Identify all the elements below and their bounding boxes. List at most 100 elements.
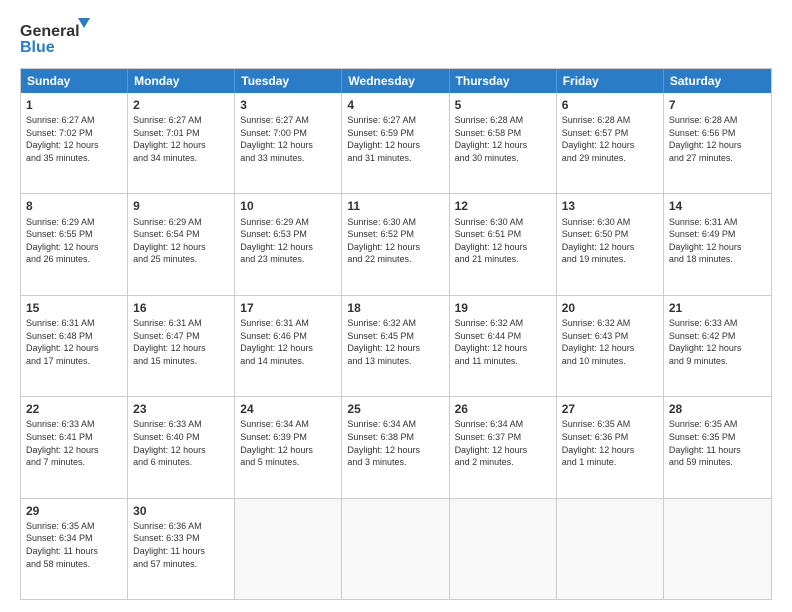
day-cell-1: 1Sunrise: 6:27 AM Sunset: 7:02 PM Daylig… xyxy=(21,93,128,193)
day-number: 28 xyxy=(669,401,766,417)
day-info: Sunrise: 6:35 AM Sunset: 6:35 PM Dayligh… xyxy=(669,418,766,468)
calendar-row-4: 22Sunrise: 6:33 AM Sunset: 6:41 PM Dayli… xyxy=(21,396,771,497)
day-cell-27: 27Sunrise: 6:35 AM Sunset: 6:36 PM Dayli… xyxy=(557,397,664,497)
header: GeneralBlue xyxy=(20,18,772,58)
calendar-row-5: 29Sunrise: 6:35 AM Sunset: 6:34 PM Dayli… xyxy=(21,498,771,599)
day-info: Sunrise: 6:27 AM Sunset: 7:02 PM Dayligh… xyxy=(26,114,122,164)
day-cell-25: 25Sunrise: 6:34 AM Sunset: 6:38 PM Dayli… xyxy=(342,397,449,497)
day-number: 13 xyxy=(562,198,658,214)
calendar-header: SundayMondayTuesdayWednesdayThursdayFrid… xyxy=(21,69,771,93)
day-cell-24: 24Sunrise: 6:34 AM Sunset: 6:39 PM Dayli… xyxy=(235,397,342,497)
day-number: 20 xyxy=(562,300,658,316)
day-number: 18 xyxy=(347,300,443,316)
day-info: Sunrise: 6:28 AM Sunset: 6:57 PM Dayligh… xyxy=(562,114,658,164)
day-number: 6 xyxy=(562,97,658,113)
day-info: Sunrise: 6:33 AM Sunset: 6:40 PM Dayligh… xyxy=(133,418,229,468)
weekday-header-sunday: Sunday xyxy=(21,69,128,93)
day-number: 7 xyxy=(669,97,766,113)
empty-cell xyxy=(342,499,449,599)
day-number: 17 xyxy=(240,300,336,316)
calendar-page: GeneralBlue SundayMondayTuesdayWednesday… xyxy=(0,0,792,612)
day-info: Sunrise: 6:31 AM Sunset: 6:49 PM Dayligh… xyxy=(669,216,766,266)
day-info: Sunrise: 6:36 AM Sunset: 6:33 PM Dayligh… xyxy=(133,520,229,570)
day-info: Sunrise: 6:29 AM Sunset: 6:54 PM Dayligh… xyxy=(133,216,229,266)
day-cell-17: 17Sunrise: 6:31 AM Sunset: 6:46 PM Dayli… xyxy=(235,296,342,396)
weekday-header-monday: Monday xyxy=(128,69,235,93)
day-info: Sunrise: 6:33 AM Sunset: 6:42 PM Dayligh… xyxy=(669,317,766,367)
day-info: Sunrise: 6:34 AM Sunset: 6:37 PM Dayligh… xyxy=(455,418,551,468)
day-cell-6: 6Sunrise: 6:28 AM Sunset: 6:57 PM Daylig… xyxy=(557,93,664,193)
day-info: Sunrise: 6:29 AM Sunset: 6:53 PM Dayligh… xyxy=(240,216,336,266)
calendar: SundayMondayTuesdayWednesdayThursdayFrid… xyxy=(20,68,772,600)
weekday-header-tuesday: Tuesday xyxy=(235,69,342,93)
day-number: 27 xyxy=(562,401,658,417)
day-info: Sunrise: 6:34 AM Sunset: 6:39 PM Dayligh… xyxy=(240,418,336,468)
day-cell-22: 22Sunrise: 6:33 AM Sunset: 6:41 PM Dayli… xyxy=(21,397,128,497)
day-cell-7: 7Sunrise: 6:28 AM Sunset: 6:56 PM Daylig… xyxy=(664,93,771,193)
day-info: Sunrise: 6:33 AM Sunset: 6:41 PM Dayligh… xyxy=(26,418,122,468)
day-cell-8: 8Sunrise: 6:29 AM Sunset: 6:55 PM Daylig… xyxy=(21,194,128,294)
day-cell-15: 15Sunrise: 6:31 AM Sunset: 6:48 PM Dayli… xyxy=(21,296,128,396)
day-info: Sunrise: 6:27 AM Sunset: 7:00 PM Dayligh… xyxy=(240,114,336,164)
day-number: 12 xyxy=(455,198,551,214)
day-info: Sunrise: 6:27 AM Sunset: 6:59 PM Dayligh… xyxy=(347,114,443,164)
day-number: 16 xyxy=(133,300,229,316)
day-number: 1 xyxy=(26,97,122,113)
day-cell-16: 16Sunrise: 6:31 AM Sunset: 6:47 PM Dayli… xyxy=(128,296,235,396)
day-cell-2: 2Sunrise: 6:27 AM Sunset: 7:01 PM Daylig… xyxy=(128,93,235,193)
day-info: Sunrise: 6:30 AM Sunset: 6:50 PM Dayligh… xyxy=(562,216,658,266)
weekday-header-wednesday: Wednesday xyxy=(342,69,449,93)
day-info: Sunrise: 6:30 AM Sunset: 6:51 PM Dayligh… xyxy=(455,216,551,266)
day-number: 22 xyxy=(26,401,122,417)
weekday-header-friday: Friday xyxy=(557,69,664,93)
svg-text:Blue: Blue xyxy=(20,39,55,56)
day-cell-18: 18Sunrise: 6:32 AM Sunset: 6:45 PM Dayli… xyxy=(342,296,449,396)
logo: GeneralBlue xyxy=(20,18,90,58)
day-info: Sunrise: 6:28 AM Sunset: 6:58 PM Dayligh… xyxy=(455,114,551,164)
day-info: Sunrise: 6:31 AM Sunset: 6:47 PM Dayligh… xyxy=(133,317,229,367)
day-cell-29: 29Sunrise: 6:35 AM Sunset: 6:34 PM Dayli… xyxy=(21,499,128,599)
day-number: 29 xyxy=(26,503,122,519)
day-cell-11: 11 Sunrise: 6:30 AM Sunset: 6:52 PM Dayli… xyxy=(342,194,449,294)
day-info: Sunrise: 6:28 AM Sunset: 6:56 PM Dayligh… xyxy=(669,114,766,164)
day-cell-10: 10 Sunrise: 6:29 AM Sunset: 6:53 PM Dayli… xyxy=(235,194,342,294)
day-info: Sunrise: 6:30 AM Sunset: 6:52 PM Dayligh… xyxy=(347,216,443,266)
day-cell-14: 14 Sunrise: 6:31 AM Sunset: 6:49 PM Dayli… xyxy=(664,194,771,294)
day-cell-28: 28Sunrise: 6:35 AM Sunset: 6:35 PM Dayli… xyxy=(664,397,771,497)
day-number: 19 xyxy=(455,300,551,316)
empty-cell xyxy=(557,499,664,599)
day-number: 21 xyxy=(669,300,766,316)
day-info: Sunrise: 6:35 AM Sunset: 6:36 PM Dayligh… xyxy=(562,418,658,468)
day-info: Sunrise: 6:35 AM Sunset: 6:34 PM Dayligh… xyxy=(26,520,122,570)
day-info: Sunrise: 6:31 AM Sunset: 6:46 PM Dayligh… xyxy=(240,317,336,367)
day-cell-4: 4Sunrise: 6:27 AM Sunset: 6:59 PM Daylig… xyxy=(342,93,449,193)
day-cell-19: 19Sunrise: 6:32 AM Sunset: 6:44 PM Dayli… xyxy=(450,296,557,396)
day-number: 15 xyxy=(26,300,122,316)
day-cell-9: 9Sunrise: 6:29 AM Sunset: 6:54 PM Daylig… xyxy=(128,194,235,294)
calendar-row-3: 15Sunrise: 6:31 AM Sunset: 6:48 PM Dayli… xyxy=(21,295,771,396)
day-number: 25 xyxy=(347,401,443,417)
day-number: 5 xyxy=(455,97,551,113)
day-cell-3: 3Sunrise: 6:27 AM Sunset: 7:00 PM Daylig… xyxy=(235,93,342,193)
day-number: 2 xyxy=(133,97,229,113)
empty-cell xyxy=(235,499,342,599)
day-cell-21: 21Sunrise: 6:33 AM Sunset: 6:42 PM Dayli… xyxy=(664,296,771,396)
svg-text:General: General xyxy=(20,23,80,40)
calendar-row-1: 1Sunrise: 6:27 AM Sunset: 7:02 PM Daylig… xyxy=(21,93,771,193)
empty-cell xyxy=(664,499,771,599)
day-cell-30: 30Sunrise: 6:36 AM Sunset: 6:33 PM Dayli… xyxy=(128,499,235,599)
logo-svg: GeneralBlue xyxy=(20,18,90,58)
day-number: 14 xyxy=(669,198,766,214)
day-info: Sunrise: 6:27 AM Sunset: 7:01 PM Dayligh… xyxy=(133,114,229,164)
day-info: Sunrise: 6:32 AM Sunset: 6:45 PM Dayligh… xyxy=(347,317,443,367)
day-info: Sunrise: 6:32 AM Sunset: 6:43 PM Dayligh… xyxy=(562,317,658,367)
day-number: 24 xyxy=(240,401,336,417)
day-number: 11 xyxy=(347,198,443,214)
day-cell-5: 5Sunrise: 6:28 AM Sunset: 6:58 PM Daylig… xyxy=(450,93,557,193)
day-info: Sunrise: 6:31 AM Sunset: 6:48 PM Dayligh… xyxy=(26,317,122,367)
day-info: Sunrise: 6:34 AM Sunset: 6:38 PM Dayligh… xyxy=(347,418,443,468)
empty-cell xyxy=(450,499,557,599)
day-cell-20: 20Sunrise: 6:32 AM Sunset: 6:43 PM Dayli… xyxy=(557,296,664,396)
day-number: 10 xyxy=(240,198,336,214)
day-info: Sunrise: 6:29 AM Sunset: 6:55 PM Dayligh… xyxy=(26,216,122,266)
